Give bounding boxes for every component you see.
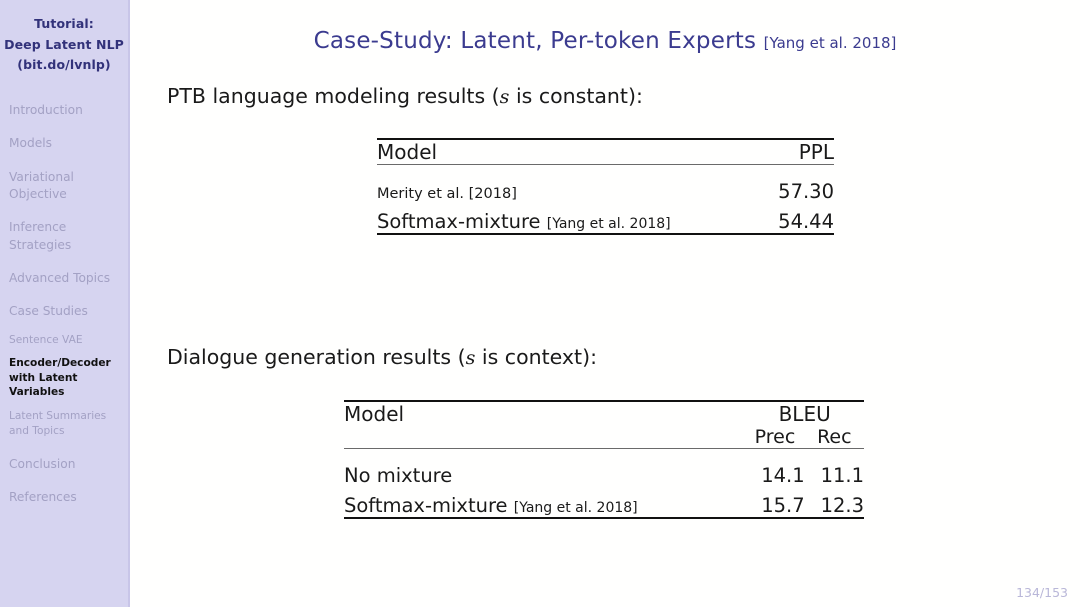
bleu-lead-variable: s (465, 347, 476, 369)
table-bottom-rule-right (804, 517, 864, 523)
bleu-row-0-prec: 14.1 (761, 464, 805, 487)
table-row: Softmax-mixture [Yang et al. 2018] 54.44 (377, 210, 834, 234)
page-title-text: Case-Study: Latent, Per-token Experts (313, 28, 757, 54)
sidebar-item-encoder-decoder-with-latent-variables[interactable]: Encoder/Decoder with Latent Variables (9, 356, 128, 400)
bleu-row-0-rec: 11.1 (820, 464, 864, 487)
table-row: Merity et al. [2018] 57.30 (377, 169, 834, 210)
ppl-lead-after: is constant): (509, 84, 643, 108)
sidebar-title: Tutorial: Deep Latent NLP (bit.do/lvnlp) (0, 0, 128, 76)
table-row: No mixture 14.1 11.1 (344, 453, 864, 494)
ppl-row-1-model-name: Softmax-mixture (377, 210, 541, 233)
ppl-row-1-value: 54.44 (778, 210, 834, 233)
table-bottom-rule-row (344, 517, 864, 523)
bleu-col-prec: Prec (754, 426, 796, 448)
bleu-lead-text: Dialogue generation results (s is contex… (167, 345, 597, 369)
page-title: Case-Study: Latent, Per-token Experts [Y… (130, 0, 1080, 54)
table-header-row: Model BLEU (344, 400, 864, 449)
bleu-lead-after: is context): (475, 345, 597, 369)
bleu-row-1-model: Softmax-mixture [Yang et al. 2018] (344, 494, 745, 518)
sidebar-title-line-3: (bit.do/lvnlp) (17, 57, 111, 73)
table-bottom-rule-left (344, 517, 746, 523)
sidebar-item-sentence-vae[interactable]: Sentence VAE (9, 333, 128, 348)
ppl-lead-variable: s (499, 86, 510, 108)
table-bottom-rule-left (377, 233, 761, 239)
table-bottom-rule-mid (745, 517, 805, 523)
sidebar-item-references[interactable]: References (9, 489, 128, 506)
sidebar-item-conclusion[interactable]: Conclusion (9, 456, 128, 473)
ppl-col-model: Model (377, 138, 761, 165)
ppl-row-0-value: 57.30 (778, 180, 834, 203)
sidebar-nav: Introduction Models Variational Objectiv… (0, 102, 128, 507)
sidebar-item-introduction[interactable]: Introduction (9, 102, 128, 119)
sidebar-item-variational-objective[interactable]: Variational Objective (9, 169, 128, 204)
sidebar-item-models[interactable]: Models (9, 135, 128, 152)
table-bottom-rule-right (760, 233, 834, 239)
slide: Tutorial: Deep Latent NLP (bit.do/lvnlp)… (0, 0, 1080, 607)
sidebar-item-latent-summaries-and-topics[interactable]: Latent Summaries and Topics (9, 409, 128, 438)
ppl-lead-before: PTB language modeling results ( (167, 84, 500, 108)
bleu-row-1-citation: [Yang et al. 2018] (513, 500, 638, 516)
table-bottom-rule-row (377, 233, 834, 239)
table-row: Softmax-mixture [Yang et al. 2018] 15.7 … (344, 494, 864, 518)
sidebar-item-inference-strategies[interactable]: Inference Strategies (9, 219, 128, 254)
sidebar-title-line-2: Deep Latent NLP (4, 36, 124, 52)
sidebar-item-case-studies[interactable]: Case Studies (9, 303, 128, 320)
bleu-col-model: Model (344, 400, 746, 449)
slide-body: Case-Study: Latent, Per-token Experts [Y… (130, 0, 1080, 607)
bleu-col-rec: Rec (817, 426, 852, 448)
bleu-results-table: Model BLEU Prec Rec No mixture 14.1 11.1… (344, 400, 864, 523)
sidebar-title-line-1: Tutorial: (34, 16, 94, 31)
sidebar: Tutorial: Deep Latent NLP (bit.do/lvnlp)… (0, 0, 130, 607)
ppl-lead-text: PTB language modeling results (s is cons… (167, 84, 643, 108)
bleu-col-bleu: BLEU (745, 400, 864, 426)
ppl-row-1-citation: [Yang et al. 2018] (546, 216, 671, 232)
ppl-col-ppl: PPL (760, 138, 834, 165)
page-title-citation: [Yang et al. 2018] (763, 34, 897, 52)
ppl-row-0-model: Merity et al. [2018] (377, 186, 517, 202)
table-header-row: Model PPL (377, 138, 834, 165)
bleu-row-1-model-name: Softmax-mixture (344, 494, 508, 517)
bleu-row-1-rec: 12.3 (820, 494, 864, 517)
sidebar-item-advanced-topics[interactable]: Advanced Topics (9, 270, 128, 287)
ppl-results-table: Model PPL Merity et al. [2018] 57.30 Sof… (377, 138, 834, 239)
bleu-row-0-model: No mixture (344, 464, 453, 487)
bleu-lead-before: Dialogue generation results ( (167, 345, 466, 369)
bleu-row-1-prec: 15.7 (761, 494, 805, 517)
ppl-row-1-model: Softmax-mixture [Yang et al. 2018] (377, 210, 761, 234)
page-number: 134/153 (1016, 585, 1068, 600)
